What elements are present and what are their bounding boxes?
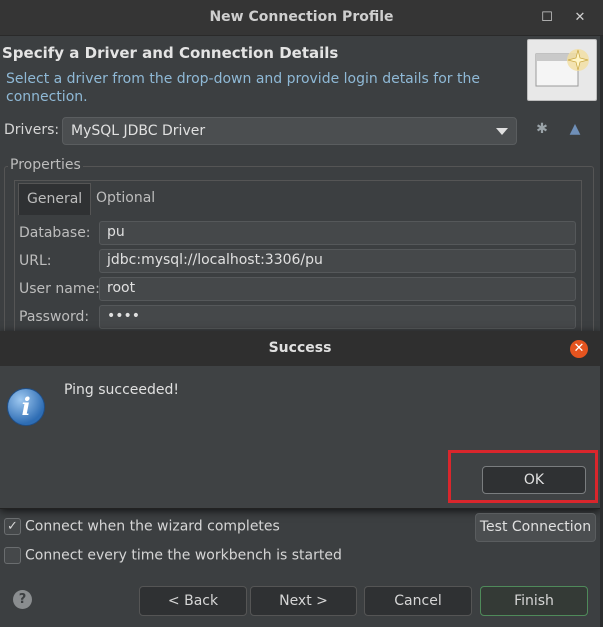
database-label: Database:: [19, 225, 91, 241]
window-titlebar: New Connection Profile ☐ ✕: [0, 0, 603, 36]
test-connection-button[interactable]: Test Connection: [475, 513, 596, 542]
wizard-banner-icon: [527, 39, 597, 101]
connect-on-complete-option[interactable]: ✓ Connect when the wizard completes: [4, 518, 280, 535]
driver-dropdown-value: MySQL JDBC Driver: [71, 123, 206, 139]
dialog-close-icon[interactable]: ✕: [570, 340, 588, 358]
connect-every-time-option[interactable]: Connect every time the workbench is star…: [4, 547, 342, 564]
connect-every-time-label: Connect every time the workbench is star…: [25, 547, 342, 564]
finish-button[interactable]: Finish: [480, 586, 588, 616]
password-label: Password:: [19, 309, 90, 325]
driver-dropdown[interactable]: MySQL JDBC Driver: [62, 117, 517, 145]
url-label: URL:: [19, 253, 52, 269]
chevron-down-icon: [496, 128, 508, 135]
page-description: Select a driver from the drop-down and p…: [6, 71, 480, 105]
connect-on-complete-checkbox[interactable]: ✓: [4, 518, 21, 535]
edit-driver-definition-icon[interactable]: ▲: [564, 121, 586, 141]
wizard-header: Specify a Driver and Connection Details …: [0, 36, 603, 105]
dialog-titlebar: Success ✕: [0, 331, 600, 366]
connect-on-complete-label: Connect when the wizard completes: [25, 518, 280, 535]
ok-button[interactable]: OK: [482, 466, 586, 494]
tab-general[interactable]: General: [18, 183, 92, 215]
info-icon: i: [7, 388, 45, 426]
properties-label: Properties: [8, 157, 83, 173]
username-field[interactable]: root: [99, 277, 576, 301]
dialog-message: Ping succeeded!: [64, 382, 180, 398]
database-field[interactable]: pu: [99, 221, 576, 245]
window-title: New Connection Profile: [209, 9, 394, 25]
username-label: User name:: [19, 281, 100, 297]
cancel-button[interactable]: Cancel: [364, 586, 472, 616]
drivers-label: Drivers:: [4, 122, 60, 138]
next-button[interactable]: Next >: [250, 586, 357, 616]
tab-optional[interactable]: Optional: [88, 183, 163, 215]
page-title: Specify a Driver and Connection Details: [2, 44, 339, 62]
maximize-icon[interactable]: ☐: [537, 8, 557, 28]
dialog-title: Success: [268, 340, 332, 356]
back-button[interactable]: < Back: [139, 586, 247, 616]
connect-every-time-checkbox[interactable]: [4, 547, 21, 564]
password-field[interactable]: ••••: [99, 305, 576, 329]
new-driver-definition-icon[interactable]: ✱: [531, 121, 553, 141]
url-field[interactable]: jdbc:mysql://localhost:3306/pu: [99, 249, 576, 273]
close-icon[interactable]: ✕: [570, 8, 590, 28]
help-icon[interactable]: ?: [13, 590, 32, 609]
